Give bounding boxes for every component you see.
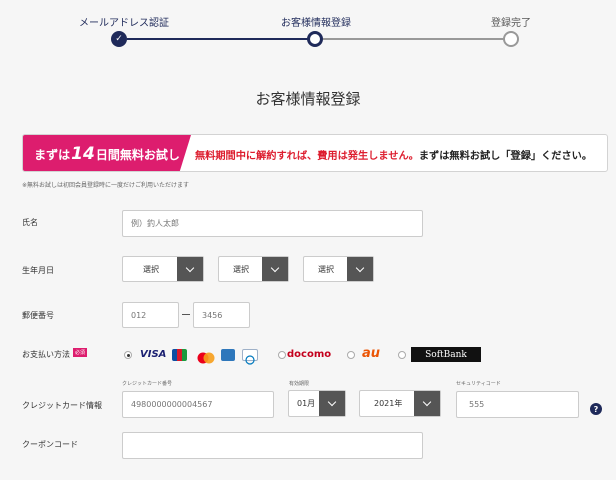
security-code-input[interactable] (456, 391, 579, 418)
badge-number: 14 (71, 144, 95, 164)
coupon-input[interactable] (122, 432, 423, 459)
payment-softbank-radio[interactable] (398, 351, 406, 359)
expiry-month-select[interactable]: 01月 (288, 390, 346, 417)
card-number-input[interactable] (122, 391, 274, 418)
jcb-logo-icon (172, 349, 187, 361)
promo-message: 無料期間中に解約すれば、費用は発生しません。 まずは無料お試し「登録」ください。 (195, 135, 593, 171)
postal-first-input[interactable] (122, 302, 179, 328)
birth-month-select[interactable]: 選択 (218, 256, 289, 282)
credit-card-label: クレジットカード情報 (22, 401, 102, 410)
postal-second-input[interactable] (193, 302, 250, 328)
free-trial-banner: まずは 14 日間無料お試し 無料期間中に解約すれば、費用は発生しません。 まず… (22, 134, 608, 172)
visa-logo-icon: VISA (140, 349, 167, 360)
badge-suffix: 日間無料お試し (95, 147, 180, 162)
payment-label: お支払い方法 (22, 350, 70, 359)
progress-stepper: メールアドレス認証 お客様情報登録 登録完了 ✓ (0, 0, 616, 60)
birth-day-select[interactable]: 選択 (303, 256, 374, 282)
step-line-todo (323, 38, 504, 40)
birth-year-select[interactable]: 選択 (122, 256, 204, 282)
coupon-label: クーポンコード (22, 440, 78, 449)
promo-red-text: 無料期間中に解約すれば、費用は発生しません。 (195, 150, 419, 162)
chevron-down-icon (177, 257, 203, 281)
birthday-label: 生年月日 (22, 266, 54, 275)
postal-label: 郵便番号 (22, 311, 54, 320)
expiry-month-value: 01月 (297, 399, 316, 408)
birth-year-value: 選択 (143, 264, 159, 274)
payment-au-radio[interactable] (347, 351, 355, 359)
mastercard-logo-icon (196, 349, 216, 364)
docomo-logo: docomo (287, 349, 332, 360)
chevron-down-icon (347, 257, 373, 281)
step-current-indicator (307, 31, 323, 47)
birth-month-value: 選択 (233, 264, 249, 274)
promo-dark-text: まずは無料お試し「登録」ください。 (418, 150, 593, 162)
chevron-down-icon (262, 257, 288, 281)
name-input[interactable] (122, 210, 423, 237)
payment-docomo-radio[interactable] (278, 351, 286, 359)
promo-note: ※無料お試しは初回会員登録時に一度だけご利用いただけます (22, 182, 190, 189)
free-trial-badge: まずは 14 日間無料お試し (23, 135, 191, 171)
amex-logo-icon (221, 349, 235, 361)
softbank-logo: SoftBank (411, 347, 481, 362)
diners-logo-icon (242, 349, 258, 365)
required-badge: 必須 (73, 348, 88, 357)
step-label-complete: 登録完了 (491, 18, 531, 29)
security-code-caption: セキュリティコード (456, 381, 501, 387)
postal-dash (182, 314, 190, 315)
badge-prefix: まずは (34, 147, 71, 162)
expiry-year-select[interactable]: 2021年 (359, 390, 441, 417)
expiry-year-value: 2021年 (374, 399, 403, 408)
step-done-check-icon: ✓ (111, 31, 127, 47)
page-title: お客様情報登録 (255, 90, 361, 108)
step-label-info: お客様情報登録 (281, 18, 351, 29)
step-label-email: メールアドレス認証 (79, 18, 169, 29)
chevron-down-icon (414, 391, 440, 416)
name-label: 氏名 (22, 218, 38, 227)
step-todo-indicator (503, 31, 519, 47)
card-number-caption: クレジットカード番号 (122, 381, 173, 387)
expiry-caption: 有効期限 (289, 381, 310, 387)
help-icon[interactable]: ? (590, 403, 602, 415)
payment-card-radio[interactable] (124, 351, 132, 359)
au-logo: au (362, 346, 381, 361)
chevron-down-icon (319, 391, 345, 416)
step-line-done (127, 38, 308, 40)
birth-day-value: 選択 (318, 264, 334, 274)
